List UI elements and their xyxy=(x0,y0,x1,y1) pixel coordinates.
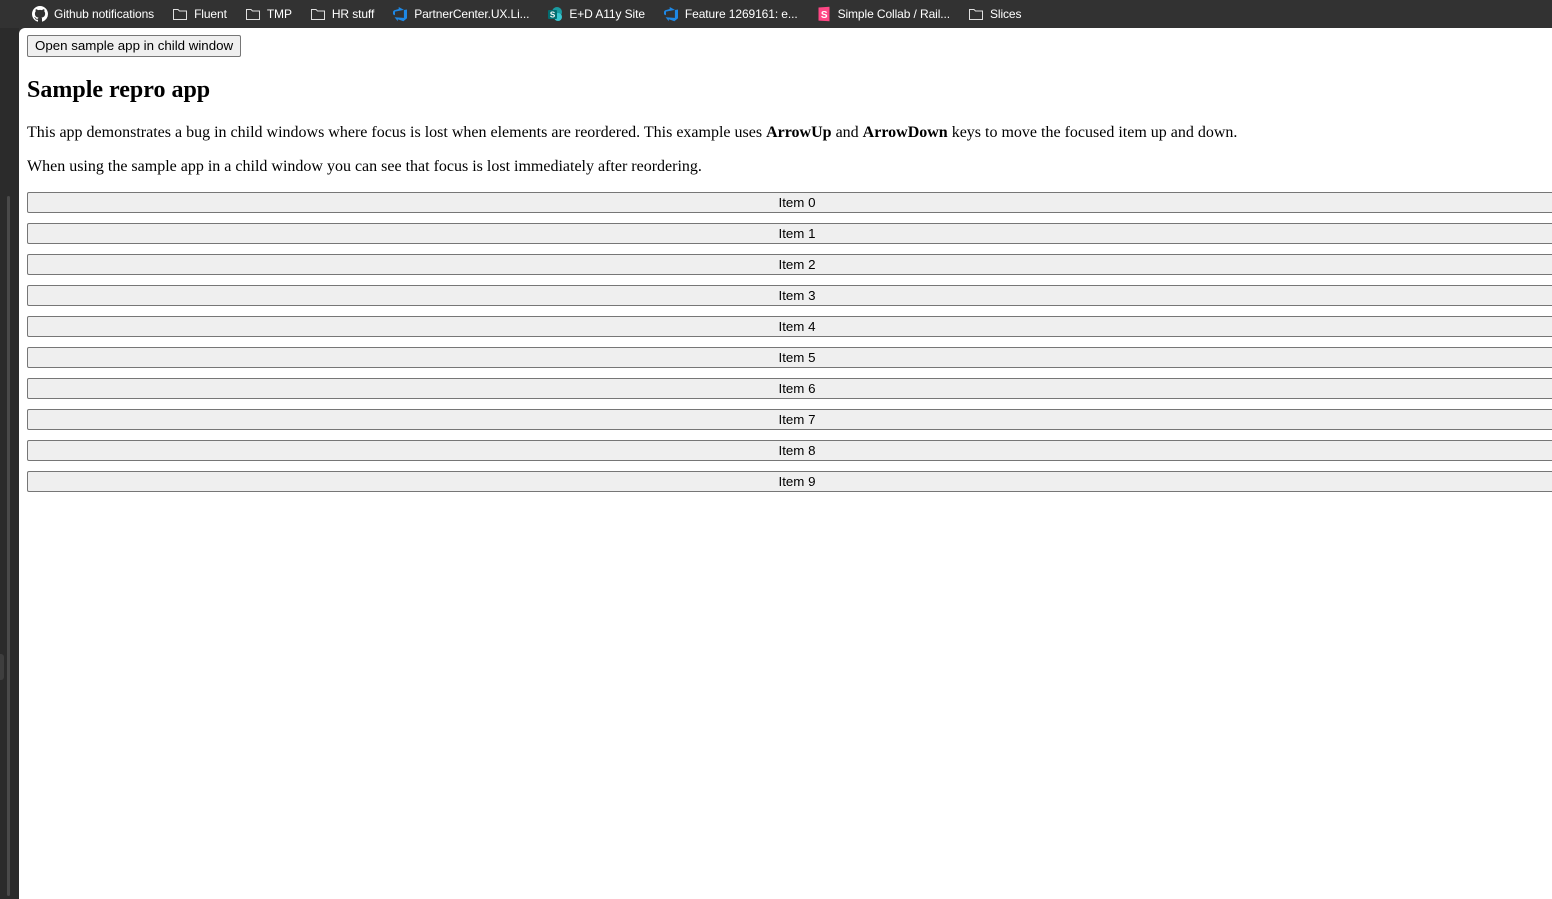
description-text: and xyxy=(831,124,863,141)
bookmark-github-notifications[interactable]: Github notifications xyxy=(30,3,156,25)
side-panel-handle[interactable] xyxy=(0,654,4,680)
page-content: Open sample app in child window Sample r… xyxy=(19,28,1552,899)
item-button[interactable]: Item 3 xyxy=(27,285,1552,306)
azure-devops-icon xyxy=(392,6,408,22)
page-title: Sample repro app xyxy=(27,77,211,103)
svg-text:S: S xyxy=(550,11,556,20)
bookmark-feature-1269161[interactable]: Feature 1269161: e... xyxy=(661,3,800,25)
storybook-icon: S xyxy=(816,6,832,22)
arrowup-key-label: ArrowUp xyxy=(766,124,832,141)
svg-text:S: S xyxy=(820,10,827,21)
item-button[interactable]: Item 8 xyxy=(27,440,1552,461)
item-list: Item 0 Item 1 Item 2 Item 3 Item 4 Item … xyxy=(27,192,1552,502)
bookmark-label: TMP xyxy=(266,7,292,21)
bookmark-simple-collab[interactable]: S Simple Collab / Rail... xyxy=(814,3,952,25)
item-button[interactable]: Item 4 xyxy=(27,316,1552,337)
bookmark-partnercenter[interactable]: PartnerCenter.UX.Li... xyxy=(390,3,531,25)
item-button[interactable]: Item 0 xyxy=(27,192,1552,213)
bookmark-label: Slices xyxy=(989,7,1022,21)
item-button[interactable]: Item 2 xyxy=(27,254,1552,275)
bookmark-fluent[interactable]: Fluent xyxy=(170,3,229,25)
azure-devops-icon xyxy=(663,6,679,22)
description-text: keys to move the focused item up and dow… xyxy=(947,124,1238,141)
description-paragraph: This app demonstrates a bug in child win… xyxy=(27,123,1237,143)
github-icon xyxy=(32,6,48,22)
bookmark-label: E+D A11y Site xyxy=(569,7,645,21)
bookmark-tmp[interactable]: TMP xyxy=(243,3,294,25)
sharepoint-icon: S xyxy=(547,6,563,22)
arrowdown-key-label: ArrowDown xyxy=(862,124,948,141)
bookmark-slices[interactable]: Slices xyxy=(966,3,1023,25)
bookmark-label: Fluent xyxy=(194,7,227,21)
item-button[interactable]: Item 9 xyxy=(27,471,1552,492)
bookmarks-bar: Github notifications Fluent TMP HR stuff… xyxy=(0,0,1552,28)
bookmark-ed-a11y-site[interactable]: S E+D A11y Site xyxy=(545,3,647,25)
item-button[interactable]: Item 7 xyxy=(27,409,1552,430)
side-panel-scrollbar[interactable] xyxy=(7,196,10,896)
bookmark-label: PartnerCenter.UX.Li... xyxy=(414,7,530,21)
folder-icon xyxy=(245,6,261,22)
bookmark-label: Feature 1269161: e... xyxy=(684,7,798,21)
bookmark-label: Simple Collab / Rail... xyxy=(837,7,951,21)
item-button[interactable]: Item 5 xyxy=(27,347,1552,368)
bookmark-label: Github notifications xyxy=(54,7,155,21)
folder-icon xyxy=(172,6,188,22)
side-panel-strip xyxy=(0,28,19,899)
folder-icon xyxy=(968,6,984,22)
item-button[interactable]: Item 6 xyxy=(27,378,1552,399)
bookmark-label: HR stuff xyxy=(331,7,375,21)
bookmark-hr-stuff[interactable]: HR stuff xyxy=(308,3,376,25)
open-child-window-button[interactable]: Open sample app in child window xyxy=(27,35,242,57)
child-window-note: When using the sample app in a child win… xyxy=(27,158,702,175)
description-text: This app demonstrates a bug in child win… xyxy=(27,124,767,141)
folder-icon xyxy=(310,6,326,22)
item-button[interactable]: Item 1 xyxy=(27,223,1552,244)
